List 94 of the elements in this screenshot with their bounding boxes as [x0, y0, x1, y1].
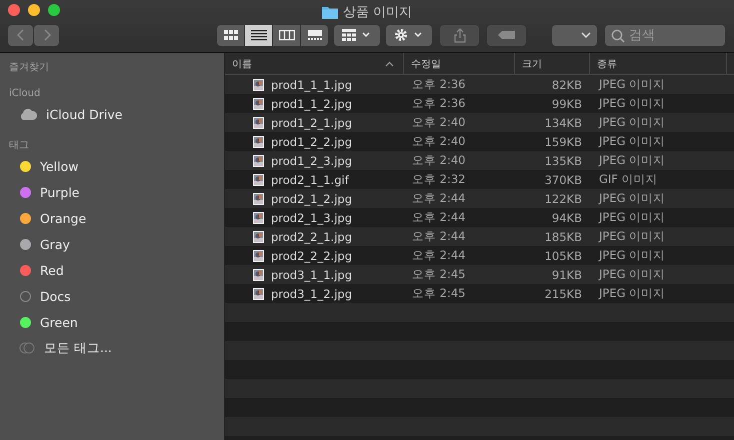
grid-dropdown-icon: [342, 29, 372, 41]
tag-dot: [20, 290, 31, 302]
window-title: 상품 이미지: [343, 3, 412, 21]
all-tags-icon: [19, 342, 35, 354]
sidebar-item[interactable]: 모든 태그...: [0, 335, 224, 361]
file-kind: GIF 이미지: [598, 172, 659, 187]
file-size: 91KB: [550, 268, 583, 282]
file-size: 159KB: [544, 134, 583, 148]
file-size: 105KB: [544, 248, 583, 262]
file-size: 94KB: [550, 210, 583, 224]
file-name: prod3_1_2.jpg: [271, 286, 352, 300]
icons-view-button[interactable]: [217, 24, 244, 46]
folder-icon: [322, 6, 338, 18]
sidebar-item[interactable]: Yellow: [0, 153, 224, 179]
file-name: prod1_2_3.jpg: [271, 154, 352, 168]
file-size: 134KB: [544, 116, 583, 130]
modified-date: 오후 2:44: [411, 191, 466, 206]
columns-icon: [278, 29, 294, 41]
search-icon: [611, 28, 625, 42]
file-kind: JPEG 이미지: [597, 191, 666, 206]
tag-icon: [498, 30, 516, 40]
file-size: 370KB: [544, 172, 583, 186]
columns-view-button[interactable]: [273, 24, 300, 46]
file-kind: JPEG 이미지: [597, 210, 666, 225]
dropdown-button[interactable]: [552, 24, 597, 46]
file-name: prod1_1_1.jpg: [271, 78, 352, 92]
file-size: 99KB: [550, 96, 583, 110]
file-size: 82KB: [550, 78, 583, 92]
sidebar-item[interactable]: iCloud Drive: [0, 101, 224, 127]
list-icon: [250, 29, 266, 41]
forward-chevron-icon: [42, 28, 52, 42]
file-kind: JPEG 이미지: [597, 286, 666, 301]
sidebar-item[interactable]: Green: [0, 309, 224, 335]
gallery-view-button[interactable]: [301, 24, 328, 46]
cloud-icon: [19, 108, 37, 120]
column-header[interactable]: 종류: [590, 53, 727, 74]
sidebar-section-title: 즐겨찾기: [8, 61, 50, 75]
sidebar-item[interactable]: Gray: [0, 231, 224, 257]
gallery-icon: [306, 29, 322, 41]
share-icon: [454, 28, 466, 42]
arrange-button[interactable]: [334, 24, 380, 46]
file-name: prod2_2_1.jpg: [271, 230, 352, 244]
sidebar-section-title: iCloud: [8, 87, 42, 101]
sidebar-section-title: 태그: [8, 139, 30, 153]
column-header[interactable]: 크기: [515, 53, 590, 74]
column-header[interactable]: 수정일: [404, 53, 515, 74]
file-name: prod1_2_2.jpg: [271, 134, 352, 148]
search-field[interactable]: 검색: [605, 24, 725, 46]
file-size: 122KB: [544, 192, 583, 206]
modified-date: 오후 2:32: [411, 172, 466, 187]
sidebar-item[interactable]: Orange: [0, 205, 224, 231]
file-name: prod2_1_2.jpg: [271, 192, 352, 206]
file-name: prod3_1_1.jpg: [271, 268, 352, 282]
sidebar-item[interactable]: Docs: [0, 283, 224, 309]
file-kind: JPEG 이미지: [597, 96, 666, 111]
modified-date: 오후 2:36: [411, 77, 466, 92]
file-size: 215KB: [544, 286, 583, 300]
modified-date: 오후 2:44: [411, 248, 466, 263]
sidebar-item[interactable]: Red: [0, 257, 224, 283]
grid-icon: [224, 29, 238, 41]
modified-date: 오후 2:44: [411, 229, 466, 244]
file-kind: JPEG 이미지: [597, 229, 666, 244]
file-name: prod1_2_1.jpg: [271, 116, 352, 130]
chevron-down-icon: [581, 32, 591, 38]
back-button[interactable]: [8, 24, 33, 46]
sidebar-item[interactable]: Purple: [0, 179, 224, 205]
file-name: prod2_1_3.jpg: [271, 210, 352, 224]
close-button[interactable]: [8, 4, 20, 16]
file-kind: JPEG 이미지: [597, 134, 666, 149]
file-size: 135KB: [544, 154, 583, 168]
zoom-button[interactable]: [48, 4, 60, 16]
minimize-button[interactable]: [28, 4, 40, 16]
forward-button[interactable]: [34, 24, 59, 46]
action-button[interactable]: [386, 24, 432, 46]
modified-date: 오후 2:40: [411, 153, 466, 168]
file-name: prod2_2_2.jpg: [271, 248, 352, 262]
modified-date: 오후 2:36: [411, 96, 466, 111]
file-kind: JPEG 이미지: [597, 153, 666, 168]
column-header[interactable]: 이름: [225, 53, 404, 74]
file-kind: JPEG 이미지: [597, 267, 666, 282]
modified-date: 오후 2:44: [411, 210, 466, 225]
modified-date: 오후 2:40: [411, 134, 466, 149]
file-kind: JPEG 이미지: [597, 77, 666, 92]
modified-date: 오후 2:40: [411, 115, 466, 130]
list-view-button[interactable]: [245, 24, 272, 46]
file-kind: JPEG 이미지: [597, 248, 666, 263]
modified-date: 오후 2:45: [411, 267, 466, 282]
file-name: prod1_1_2.jpg: [271, 96, 352, 110]
file-size: 185KB: [544, 230, 583, 244]
gear-dropdown-icon: [394, 28, 424, 42]
file-kind: JPEG 이미지: [597, 115, 666, 130]
file-name: prod2_1_1.gif: [271, 172, 349, 186]
back-chevron-icon: [16, 28, 26, 42]
modified-date: 오후 2:45: [411, 286, 466, 301]
